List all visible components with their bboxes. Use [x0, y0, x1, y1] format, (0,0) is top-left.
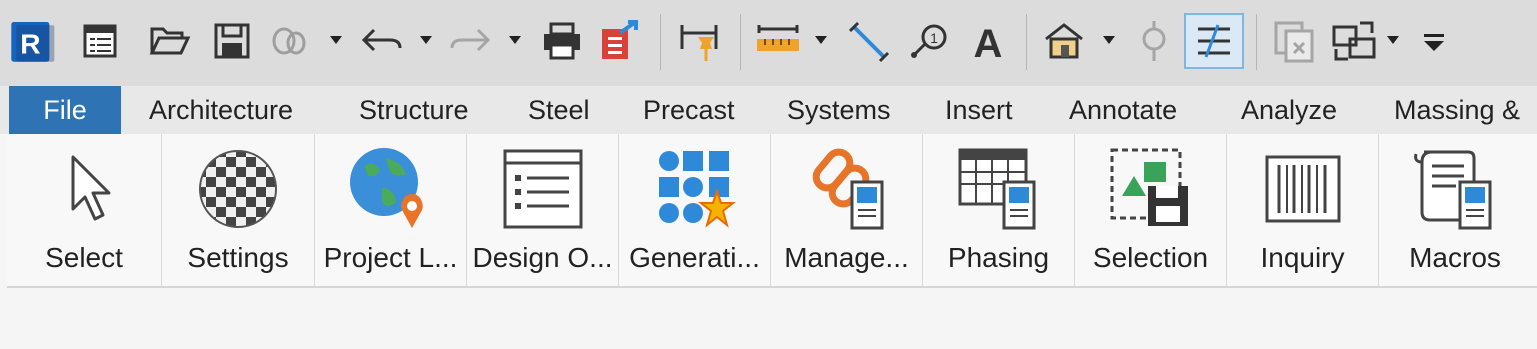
thin-lines-icon[interactable]	[1184, 13, 1244, 69]
phasing-table-icon	[954, 144, 1044, 234]
phasing-label: Phasing	[947, 242, 1050, 273]
switch-windows-dropdown-chevron-icon[interactable]	[1386, 34, 1400, 46]
svg-text:A: A	[974, 22, 1003, 63]
select-label: Select	[45, 242, 123, 273]
list-window-icon	[498, 144, 588, 234]
tag-icon[interactable]: 1	[904, 14, 952, 68]
quick-access-toolbar: R 1 A	[0, 0, 1537, 86]
manage-links-label: Manage...	[784, 242, 909, 273]
inquiry-button[interactable]: Inquiry	[1227, 134, 1379, 286]
settings-button[interactable]: Settings	[162, 134, 315, 286]
revit-logo-icon[interactable]: R	[8, 14, 56, 68]
measure-icon[interactable]	[754, 14, 802, 68]
phasing-button[interactable]: Phasing	[923, 134, 1075, 286]
manage-links-button[interactable]: Manage...	[771, 134, 923, 286]
open-folder-icon[interactable]	[146, 14, 194, 68]
sync-dropdown-chevron-icon[interactable]	[329, 34, 343, 46]
globe-location-icon	[346, 144, 436, 234]
switch-windows-icon[interactable]	[1330, 14, 1378, 68]
qat-separator	[1256, 14, 1257, 70]
aligned-dimension-icon[interactable]	[676, 14, 724, 68]
generative-design-button[interactable]: Generati...	[619, 134, 771, 286]
export-icon[interactable]	[596, 14, 644, 68]
tab-structure[interactable]: Structure	[359, 86, 469, 134]
macros-label: Macros	[1409, 242, 1501, 273]
scroll-macro-icon	[1410, 144, 1500, 234]
selection-button[interactable]: Selection	[1075, 134, 1227, 286]
macros-button[interactable]: Macros	[1379, 134, 1531, 286]
tab-steel[interactable]: Steel	[528, 86, 590, 134]
tab-insert[interactable]: Insert	[945, 86, 1013, 134]
design-options-label: Design O...	[472, 242, 613, 273]
design-options-button[interactable]: Design O...	[467, 134, 619, 286]
save-icon[interactable]	[208, 14, 256, 68]
tab-architecture[interactable]: Architecture	[149, 86, 293, 134]
cursor-arrow-icon	[39, 144, 129, 234]
selection-label: Selection	[1092, 242, 1209, 273]
tab-systems[interactable]: Systems	[787, 86, 891, 134]
tab-analyze[interactable]: Analyze	[1241, 86, 1337, 134]
undo-dropdown-chevron-icon[interactable]	[419, 34, 433, 46]
qat-separator	[660, 14, 661, 70]
ribbon-panel: Select Settings Project L... Design O...…	[7, 134, 1537, 288]
ribbon-tabs: File Architecture Structure Steel Precas…	[0, 86, 1537, 134]
select-button[interactable]: Select	[7, 134, 162, 286]
section-icon[interactable]	[1130, 14, 1178, 68]
settings-label: Settings	[187, 242, 289, 273]
customize-qat-icon[interactable]	[1410, 14, 1458, 68]
tab-file[interactable]: File	[9, 86, 121, 134]
inquiry-label: Inquiry	[1260, 242, 1345, 273]
undo-icon[interactable]	[358, 14, 406, 68]
close-inactive-views-icon[interactable]	[1270, 14, 1318, 68]
qat-separator	[1026, 14, 1027, 70]
tab-massing[interactable]: Massing &	[1394, 86, 1520, 134]
tab-precast[interactable]: Precast	[643, 86, 735, 134]
svg-text:R: R	[20, 28, 40, 59]
link-chain-icon	[802, 144, 892, 234]
text-icon[interactable]: A	[964, 14, 1012, 68]
redo-icon[interactable]	[446, 14, 494, 68]
svg-text:1: 1	[930, 30, 938, 46]
angular-dimension-icon[interactable]	[846, 14, 894, 68]
tab-annotate[interactable]: Annotate	[1069, 86, 1177, 134]
checkered-sphere-icon	[193, 144, 283, 234]
grid-spark-icon	[650, 144, 740, 234]
qat-separator	[740, 14, 741, 70]
project-location-label: Project L...	[323, 242, 458, 273]
save-selection-icon	[1106, 144, 1196, 234]
default-3d-view-icon[interactable]	[1040, 14, 1088, 68]
recent-files-icon[interactable]	[76, 14, 124, 68]
redo-dropdown-chevron-icon[interactable]	[508, 34, 522, 46]
project-location-button[interactable]: Project L...	[315, 134, 467, 286]
3d-view-dropdown-chevron-icon[interactable]	[1102, 34, 1116, 46]
barcode-icon	[1258, 144, 1348, 234]
print-icon[interactable]	[538, 14, 586, 68]
sync-icon[interactable]	[266, 14, 314, 68]
measure-dropdown-chevron-icon[interactable]	[814, 34, 828, 46]
panel-title-strip	[0, 288, 1537, 349]
generative-design-label: Generati...	[629, 242, 760, 273]
